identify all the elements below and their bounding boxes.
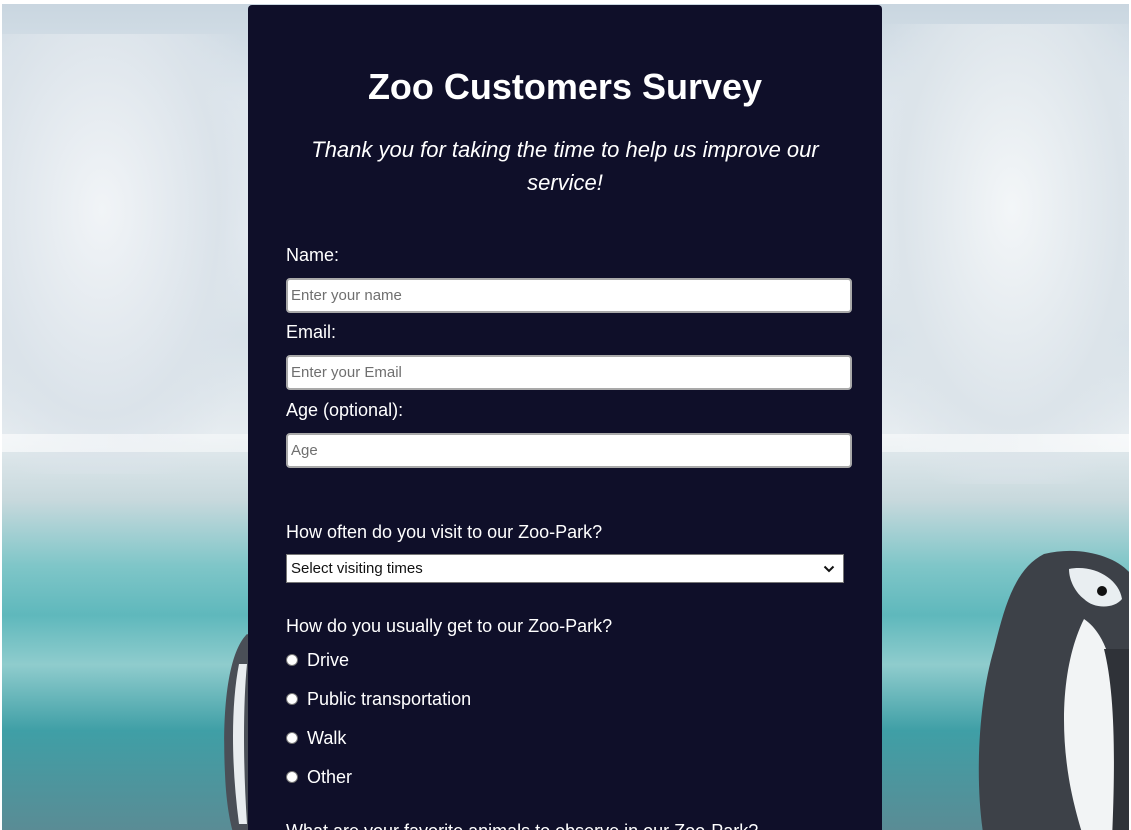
transport-option-public-transportation[interactable]: Public transportation <box>286 688 471 710</box>
survey-form-card: Zoo Customers Survey Thank you for takin… <box>248 5 882 830</box>
visit-frequency-select[interactable]: Select visiting times <box>286 554 844 583</box>
radio-button[interactable] <box>286 732 298 744</box>
radio-button[interactable] <box>286 693 298 705</box>
name-input[interactable] <box>286 278 852 313</box>
transport-question: How do you usually get to our Zoo-Park? <box>286 616 613 636</box>
visit-frequency-question: How often do you visit to our Zoo-Park? <box>286 522 603 542</box>
favorite-animals-question: What are your favorite animals to observ… <box>286 820 758 830</box>
page-subtitle: Thank you for taking the time to help us… <box>311 137 819 195</box>
radio-label: Walk <box>307 728 347 748</box>
chevron-down-icon <box>823 565 835 573</box>
page-title: Zoo Customers Survey <box>367 66 763 107</box>
email-label: Email: <box>286 322 337 342</box>
radio-label: Drive <box>307 650 350 670</box>
ice-rock-right <box>869 24 1129 484</box>
radio-button[interactable] <box>286 654 298 666</box>
email-input[interactable] <box>286 355 852 390</box>
radio-label: Public transportation <box>307 689 472 709</box>
transport-option-other[interactable]: Other <box>286 766 352 788</box>
penguin-right-image <box>978 550 1129 830</box>
transport-option-walk[interactable]: Walk <box>286 727 346 749</box>
ice-rock-left <box>2 34 252 474</box>
radio-button[interactable] <box>286 771 298 783</box>
name-label: Name: <box>286 245 340 265</box>
visit-frequency-selected-value: Select visiting times <box>291 560 423 577</box>
age-label: Age (optional): <box>286 400 404 420</box>
transport-option-drive[interactable]: Drive <box>286 649 349 671</box>
radio-label: Other <box>307 767 353 787</box>
age-input[interactable] <box>286 433 852 468</box>
